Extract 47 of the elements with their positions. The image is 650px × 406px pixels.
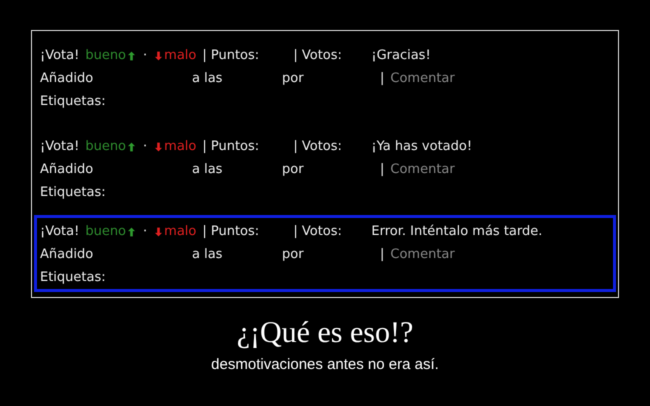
down-arrow-icon xyxy=(155,226,162,236)
time-label: a las xyxy=(192,71,224,86)
separator-dot: · xyxy=(143,224,148,239)
vote-up-link[interactable]: bueno xyxy=(85,48,126,63)
votes-label: | Votos: xyxy=(293,48,343,63)
author-label: por xyxy=(282,247,305,262)
comment-link[interactable]: Comentar xyxy=(390,162,455,177)
separator-text: | xyxy=(380,162,384,177)
separator-dot: · xyxy=(143,139,148,154)
up-arrow-icon xyxy=(128,142,136,152)
vote-label: ¡Vota! xyxy=(40,48,80,63)
vote-up-link[interactable]: bueno xyxy=(85,224,126,239)
comment-link[interactable]: Comentar xyxy=(390,71,455,86)
time-label: a las xyxy=(192,162,224,177)
author-label: por xyxy=(282,162,305,177)
vote-down-link[interactable]: malo xyxy=(164,48,196,63)
votes-label: | Votos: xyxy=(293,139,343,154)
author-label: por xyxy=(282,71,305,86)
vote-label: ¡Vota! xyxy=(40,139,80,154)
added-label: Añadido xyxy=(40,162,94,177)
poster-subtitle: desmotivaciones antes no era así. xyxy=(211,356,439,373)
points-label: | Puntos: xyxy=(202,224,260,239)
down-arrow-icon xyxy=(155,142,162,152)
separator-text: | xyxy=(380,247,384,262)
vote-down-link[interactable]: malo xyxy=(164,139,196,154)
vote-message: ¡Ya has votado! xyxy=(371,139,472,154)
points-label: | Puntos: xyxy=(202,139,260,154)
vote-message: Error. Inténtalo más tarde. xyxy=(371,224,542,239)
vote-label: ¡Vota! xyxy=(40,224,80,239)
added-label: Añadido xyxy=(40,71,94,86)
up-arrow-icon xyxy=(128,50,136,60)
separator-dot: · xyxy=(143,48,148,63)
tags-label: Etiquetas: xyxy=(40,270,106,285)
separator-text: | xyxy=(380,71,384,86)
time-label: a las xyxy=(192,247,224,262)
poster-title: ¿¡Qué es eso!? xyxy=(236,316,414,350)
vote-down-link[interactable]: malo xyxy=(164,224,196,239)
votes-label: | Votos: xyxy=(293,224,343,239)
tags-label: Etiquetas: xyxy=(40,94,106,109)
tags-label: Etiquetas: xyxy=(40,185,106,200)
added-label: Añadido xyxy=(40,247,94,262)
points-label: | Puntos: xyxy=(202,48,260,63)
vote-up-link[interactable]: bueno xyxy=(85,139,126,154)
down-arrow-icon xyxy=(155,50,162,60)
up-arrow-icon xyxy=(128,226,136,236)
comment-link[interactable]: Comentar xyxy=(390,247,455,262)
vote-message: ¡Gracias! xyxy=(371,48,431,63)
